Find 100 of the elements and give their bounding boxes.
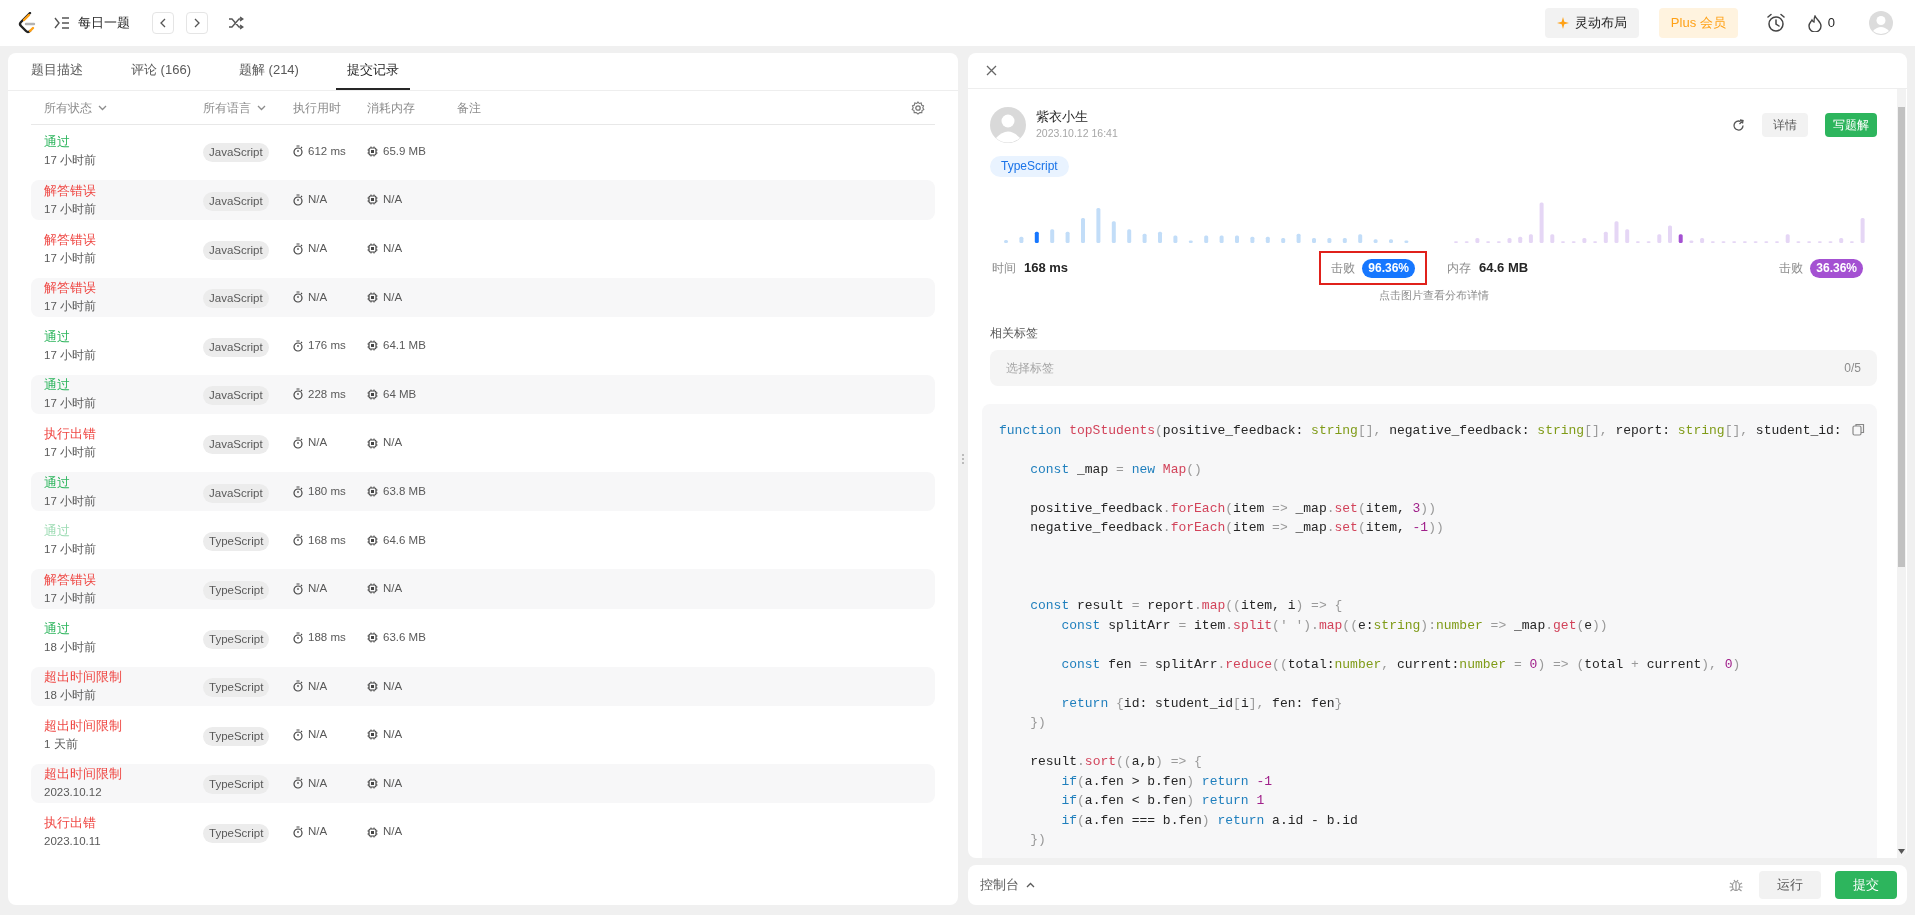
submission-row[interactable]: 通过 17 小时前 JavaScript 228 ms 64 MB <box>31 374 935 415</box>
submission-row[interactable]: 超出时间限制 18 小时前 TypeScript N/A N/A <box>31 666 935 706</box>
submission-row[interactable]: 通过 17 小时前 JavaScript 176 ms 64.1 MB <box>31 326 935 366</box>
histogram-bar <box>1065 231 1070 243</box>
histogram-bar <box>1373 239 1378 243</box>
histogram-bar <box>1019 236 1024 243</box>
bug-icon[interactable] <box>1729 878 1743 892</box>
time-value: 168 ms <box>1024 259 1069 278</box>
logo-icon[interactable] <box>18 12 36 34</box>
time-ago-text: 2023.10.12 <box>44 785 103 801</box>
memory-text: N/A <box>383 775 403 791</box>
daily-question-button[interactable]: 每日一题 <box>54 13 130 33</box>
code-line: const result = report.map((item, i) => { <box>1029 597 1343 615</box>
status-link[interactable]: 超出时间限制 <box>44 716 203 735</box>
memory-value: 64.6 MB <box>1479 259 1529 278</box>
column-header[interactable]: 执行用时 <box>293 98 367 117</box>
tab[interactable]: 评论 (166) <box>120 52 202 90</box>
close-icon[interactable] <box>986 65 997 76</box>
submission-row[interactable]: 超出时间限制 2023.10.12 TypeScript N/A N/A <box>31 763 935 804</box>
submission-row[interactable]: 通过 18 小时前 TypeScript 188 ms 63.6 MB <box>31 617 935 658</box>
memory-text: 64.6 MB <box>383 532 426 548</box>
console-toggle[interactable]: 控制台 <box>980 875 1035 895</box>
run-button[interactable]: 运行 <box>1759 871 1821 899</box>
settings-icon[interactable] <box>911 100 925 115</box>
submission-row[interactable]: 解答错误 17 小时前 JavaScript N/A N/A <box>31 228 935 269</box>
status-link[interactable]: 超出时间限制 <box>44 668 203 687</box>
histogram-bar <box>1219 235 1224 243</box>
beats-badge: 96.36% <box>1362 258 1415 278</box>
histogram-bar <box>1603 231 1608 243</box>
submission-row[interactable]: 解答错误 17 小时前 JavaScript N/A N/A <box>31 180 935 220</box>
histogram-bar <box>1507 238 1512 243</box>
code-line: const fen = splitArr.reduce((total:number, current:number = 0) => (total + current), 0) <box>1060 655 1741 674</box>
status-link[interactable]: 解答错误 <box>44 230 203 249</box>
submission-row[interactable]: 执行出错 2023.10.11 TypeScript N/A N/A <box>31 812 935 852</box>
histogram-bar <box>1860 218 1865 243</box>
submission-row[interactable]: 执行出错 17 小时前 JavaScript N/A N/A <box>31 423 935 463</box>
refresh-icon[interactable] <box>1732 118 1745 132</box>
tab[interactable]: 题解 (214) <box>227 52 310 90</box>
chart-hint: 点击图片查看分布详情 <box>1378 288 1489 303</box>
time-ago-text: 17 小时前 <box>44 445 97 461</box>
histogram-bar <box>1358 234 1363 243</box>
memory-text: 63.8 MB <box>383 484 426 500</box>
filter-dropdown[interactable]: 所有状态 <box>31 98 203 117</box>
shuffle-icon[interactable] <box>228 16 244 30</box>
details-button[interactable]: 详情 <box>1762 113 1808 137</box>
time-ago-text: 17 小时前 <box>44 201 97 217</box>
resize-handle-icon[interactable] <box>961 453 965 465</box>
histogram-bar <box>1404 240 1409 243</box>
runtime-text: N/A <box>308 727 328 743</box>
time-ago-text: 18 小时前 <box>44 639 97 655</box>
filter-dropdown[interactable]: 所有语言 <box>203 98 293 117</box>
status-link[interactable]: 解答错误 <box>44 279 203 298</box>
column-header[interactable]: 备注 <box>457 98 547 117</box>
author-name[interactable]: 紫衣小生 <box>1036 109 1118 125</box>
submission-row[interactable]: 通过 17 小时前 JavaScript 612 ms 65.9 MB <box>31 131 935 171</box>
scroll-down-icon[interactable] <box>1898 849 1905 854</box>
histogram-bar <box>1785 234 1790 243</box>
placeholder-text: 选择标签 <box>1006 359 1054 377</box>
tab[interactable]: 提交记录 <box>335 52 410 90</box>
alarm-clock-icon[interactable] <box>1765 13 1786 33</box>
copy-icon[interactable] <box>1852 422 1865 436</box>
runtime-text: 188 ms <box>308 629 346 645</box>
tab[interactable]: 题目描述 <box>20 52 94 90</box>
submission-row[interactable]: 通过 17 小时前 TypeScript 168 ms 64.6 MB <box>31 520 935 560</box>
time-ago-text: 17 小时前 <box>44 347 97 363</box>
flame-icon <box>1807 14 1822 32</box>
stopwatch-icon <box>293 534 303 547</box>
runtime-text: N/A <box>308 289 328 305</box>
memory-text: N/A <box>383 240 403 256</box>
previous-button[interactable] <box>152 12 174 34</box>
streak-button[interactable]: 0 <box>1807 13 1835 33</box>
status-link[interactable]: 执行出错 <box>44 814 203 833</box>
stopwatch-icon <box>293 193 303 206</box>
stopwatch-icon <box>293 145 303 158</box>
scrollbar-thumb[interactable] <box>1898 107 1905 567</box>
code-line: const splitArr = item.split(' ').map((e:string):number => _map.get(e)) <box>1060 616 1608 635</box>
stopwatch-icon <box>293 631 303 644</box>
submission-row[interactable]: 解答错误 17 小时前 JavaScript N/A N/A <box>31 277 935 317</box>
memory-text: 65.9 MB <box>383 143 426 159</box>
memory-text: N/A <box>383 824 403 840</box>
time-ago-text: 17 小时前 <box>44 396 97 412</box>
layout-button[interactable]: 灵动布局 <box>1544 8 1639 38</box>
status-link[interactable]: 超出时间限制 <box>44 765 203 784</box>
submission-row[interactable]: 超出时间限制 1 天前 TypeScript N/A N/A <box>31 715 935 755</box>
next-button[interactable] <box>186 12 208 34</box>
status-link[interactable]: 解答错误 <box>44 181 203 200</box>
status-link[interactable]: 执行出错 <box>44 425 203 444</box>
submission-row[interactable]: 解答错误 17 小时前 TypeScript N/A N/A <box>31 569 935 609</box>
language-tag: JavaScript <box>203 191 269 211</box>
chip-icon <box>367 534 378 546</box>
time-ago-text: 17 小时前 <box>44 250 97 266</box>
histogram-bar <box>1265 236 1270 243</box>
stopwatch-icon <box>293 485 303 498</box>
chip-icon <box>367 388 378 400</box>
column-header[interactable]: 消耗内存 <box>367 98 457 117</box>
submission-row[interactable]: 通过 17 小时前 JavaScript 180 ms 63.8 MB <box>31 472 935 512</box>
language-tag: TypeScript <box>203 775 270 795</box>
memory-text: N/A <box>383 581 403 597</box>
language-tag: JavaScript <box>203 435 269 455</box>
status-link[interactable]: 解答错误 <box>44 570 203 589</box>
